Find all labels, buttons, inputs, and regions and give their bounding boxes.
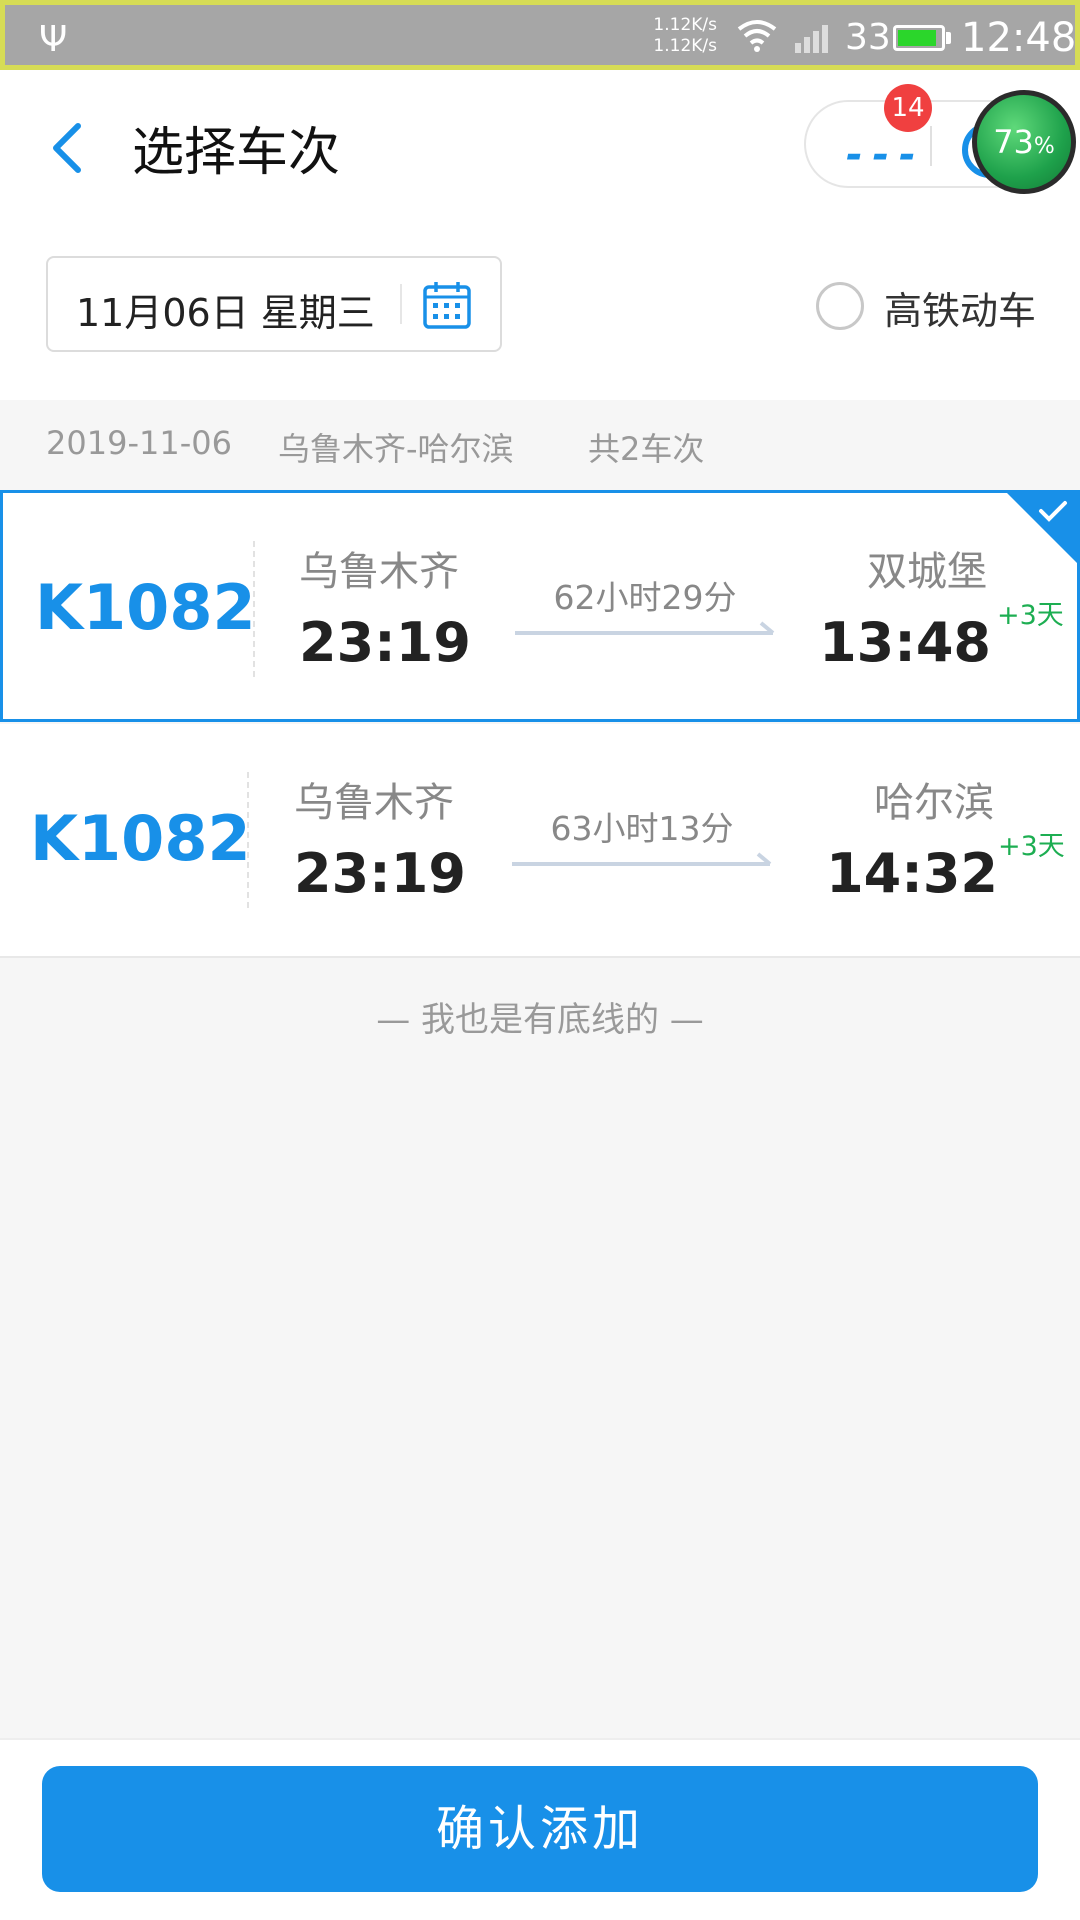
departure-station: 乌鲁木齐	[299, 549, 459, 595]
date-separator	[400, 284, 402, 324]
wifi-icon	[737, 20, 777, 52]
departure-time: 23:19	[294, 842, 466, 905]
notification-badge: 14	[884, 84, 932, 132]
bottom-action-bar: 确认添加	[0, 1738, 1080, 1920]
cell-signal-icon	[795, 25, 828, 53]
train-number: K1082	[35, 571, 256, 644]
train-number: K1082	[30, 802, 251, 875]
card-divider	[253, 541, 255, 677]
net-down-speed: 1.12K/s	[653, 36, 717, 56]
arrival-station: 哈尔滨	[874, 780, 994, 826]
orb-percent-sign: %	[1033, 134, 1055, 159]
summary-route: 乌鲁木齐-哈尔滨	[278, 430, 514, 468]
capsule-divider	[930, 126, 932, 166]
train-card[interactable]: K1082 乌鲁木齐 23:19 62小时29分 双城堡 13:48 +3天	[0, 490, 1080, 722]
net-up-speed: 1.12K/s	[653, 15, 717, 35]
selected-date: 11月06日 星期三	[76, 291, 375, 335]
high-speed-label[interactable]: 高铁动车	[884, 280, 1036, 335]
more-dots-icon[interactable]: - - -	[846, 132, 916, 178]
usb-icon: Ψ	[39, 19, 68, 60]
day-offset: +3天	[997, 600, 1064, 631]
battery-tip	[946, 32, 951, 44]
page-title: 选择车次	[132, 123, 341, 183]
battery-icon	[893, 25, 945, 51]
status-clock: 12:48	[961, 15, 1077, 61]
search-summary: 2019-11-06 乌鲁木齐-哈尔滨 共2车次	[0, 400, 1080, 488]
travel-duration: 62小时29分	[553, 578, 737, 617]
confirm-add-button[interactable]: 确认添加	[42, 1766, 1038, 1892]
arrival-station: 双城堡	[867, 549, 987, 595]
card-divider	[247, 772, 249, 908]
page-header: 选择车次 - - - 14 73% 11月06日 星期三 高铁动车	[0, 70, 1080, 400]
route-arrow-icon	[515, 621, 775, 635]
train-card[interactable]: K1082 乌鲁木齐 23:19 63小时13分 哈尔滨 14:32 +3天	[0, 724, 1080, 958]
departure-time: 23:19	[299, 611, 471, 674]
summary-count: 共2车次	[588, 430, 705, 468]
network-speed: 1.12K/s 1.12K/s	[639, 15, 717, 57]
route-arrow-icon	[512, 852, 772, 866]
date-selector[interactable]: 11月06日 星期三	[46, 256, 502, 352]
calendar-icon[interactable]	[422, 280, 472, 330]
travel-duration: 63小时13分	[550, 809, 734, 848]
arrival-time: 13:48	[819, 611, 991, 674]
high-speed-radio[interactable]	[816, 282, 864, 330]
floating-percent-orb[interactable]: 73%	[972, 90, 1076, 194]
day-offset: +3天	[998, 831, 1065, 862]
arrival-time: 14:32	[826, 842, 998, 905]
back-arrow-icon[interactable]	[40, 118, 100, 178]
departure-station: 乌鲁木齐	[294, 780, 454, 826]
end-of-list-note: — 我也是有底线的 —	[376, 1000, 704, 1040]
signal-strength-text: 33	[845, 17, 891, 58]
summary-date: 2019-11-06	[46, 424, 232, 462]
selected-check-icon	[1007, 493, 1077, 563]
orb-value: 73	[993, 123, 1034, 161]
battery-fill	[898, 30, 936, 46]
status-bar: Ψ 1.12K/s 1.12K/s 33 12:48	[0, 0, 1080, 70]
